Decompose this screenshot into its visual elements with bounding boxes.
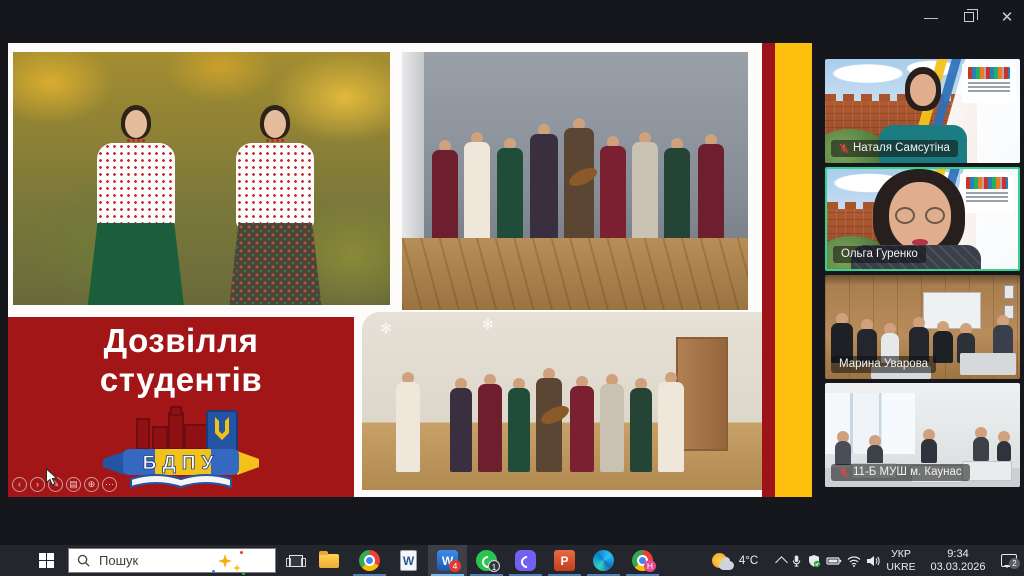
restore-button[interactable] bbox=[954, 4, 984, 30]
zoom-slide-button[interactable]: ⊕ bbox=[84, 477, 99, 492]
university-logo bbox=[962, 63, 1016, 103]
file-explorer-button[interactable] bbox=[312, 545, 346, 576]
slide-title-panel: Дозвілля студентів bbox=[8, 317, 354, 497]
windows-logo-icon bbox=[39, 553, 54, 568]
mic-muted-icon bbox=[839, 143, 849, 154]
security-shield-icon[interactable] bbox=[807, 554, 821, 568]
bdpu-logo: БДПУ bbox=[95, 405, 267, 491]
temperature-label: 4°C bbox=[739, 555, 758, 567]
action-center-button[interactable]: 2 bbox=[996, 545, 1022, 576]
search-box[interactable] bbox=[68, 548, 276, 573]
previous-slide-button[interactable]: ‹ bbox=[12, 477, 27, 492]
speaker-icon[interactable] bbox=[866, 555, 880, 567]
mic-muted-icon bbox=[839, 467, 849, 478]
powerpoint-button[interactable]: P bbox=[545, 545, 584, 576]
slideshow-controls: ‹ › ✎ ▤ ⊕ ⋯ bbox=[12, 477, 117, 492]
weather-widget[interactable]: 4°C bbox=[698, 545, 772, 576]
folder-icon bbox=[319, 554, 339, 568]
taskbar: W W 4 1 P bbox=[0, 545, 1024, 576]
svg-text:БДПУ: БДПУ bbox=[143, 453, 220, 474]
start-button[interactable] bbox=[24, 545, 68, 576]
slide-red-stripe bbox=[762, 43, 775, 497]
close-button[interactable]: ✕ bbox=[992, 4, 1022, 30]
time-label: 9:34 bbox=[947, 548, 968, 561]
language-secondary: UKRE bbox=[886, 561, 915, 574]
photo-folk-ensemble-indoor bbox=[402, 52, 748, 310]
search-input[interactable] bbox=[97, 552, 187, 569]
language-primary: УКР bbox=[891, 548, 911, 561]
photo-folk-group-hall: ✻ ✻ bbox=[362, 312, 762, 490]
participant-name-tag: Ольга Гуренко bbox=[833, 246, 926, 263]
edge-button[interactable] bbox=[584, 545, 623, 576]
chrome-profile-badge: H bbox=[644, 560, 656, 572]
desktop-screen: — ✕ bbox=[0, 0, 1024, 576]
participant-video-4[interactable]: 11-Б МУШ м. Каунас bbox=[825, 383, 1020, 487]
search-icon bbox=[77, 554, 90, 567]
chrome-icon bbox=[359, 550, 380, 571]
minimize-button[interactable]: — bbox=[916, 4, 946, 30]
notification-count-badge: 2 bbox=[1009, 558, 1020, 569]
taskbar-apps: W W 4 1 P bbox=[350, 545, 662, 576]
participant-name-tag: 11-Б МУШ м. Каунас bbox=[831, 464, 970, 481]
slide-title: Дозвілля студентів bbox=[8, 321, 354, 399]
whatsapp-notification-badge: 1 bbox=[488, 560, 500, 572]
word-notification-badge: 4 bbox=[449, 560, 461, 572]
edge-icon bbox=[593, 550, 614, 571]
powerpoint-icon: P bbox=[554, 550, 575, 571]
next-slide-button[interactable]: › bbox=[30, 477, 45, 492]
tray-expand-icon[interactable] bbox=[775, 556, 788, 569]
task-view-button[interactable] bbox=[280, 545, 312, 576]
glasses-shape bbox=[893, 207, 947, 225]
word-icon: W bbox=[400, 550, 417, 571]
viber-icon bbox=[515, 550, 536, 571]
participant-video-2-active-speaker[interactable]: Ольга Гуренко bbox=[825, 167, 1020, 271]
task-view-icon bbox=[289, 555, 303, 567]
viber-button[interactable] bbox=[506, 545, 545, 576]
all-slides-button[interactable]: ▤ bbox=[66, 477, 81, 492]
presentation-slide: Дозвілля студентів bbox=[8, 43, 812, 497]
date-label: 03.03.2026 bbox=[930, 561, 985, 574]
search-highlights-icon bbox=[217, 553, 235, 571]
partly-cloudy-icon bbox=[712, 552, 734, 570]
microphone-icon[interactable] bbox=[791, 554, 802, 568]
system-tray bbox=[776, 545, 880, 576]
participant-video-1[interactable]: Наталя Самсутіна bbox=[825, 59, 1020, 163]
more-options-button[interactable]: ⋯ bbox=[102, 477, 117, 492]
participant-name-tag: Наталя Самсутіна bbox=[831, 140, 958, 157]
chrome-profile-button[interactable]: H bbox=[623, 545, 662, 576]
photo-students-autumn bbox=[13, 52, 390, 305]
clock-widget[interactable]: 9:34 03.03.2026 bbox=[920, 545, 996, 576]
student-figure bbox=[220, 105, 330, 305]
whatsapp-button[interactable]: 1 bbox=[467, 545, 506, 576]
battery-icon[interactable] bbox=[826, 555, 842, 567]
student-figure bbox=[81, 105, 191, 305]
participant-name-tag: Марина Уварова bbox=[831, 356, 936, 373]
notification-icon: 2 bbox=[1001, 554, 1017, 567]
participant-video-3[interactable]: Марина Уварова bbox=[825, 275, 1020, 379]
slide-yellow-stripe bbox=[775, 43, 812, 497]
chrome-button[interactable] bbox=[350, 545, 389, 576]
restore-icon bbox=[964, 12, 974, 22]
wifi-icon[interactable] bbox=[847, 555, 861, 567]
word-active-button[interactable]: W 4 bbox=[428, 545, 467, 576]
language-indicator[interactable]: УКР UKRE bbox=[882, 545, 920, 576]
word-pinned-button[interactable]: W bbox=[389, 545, 428, 576]
mouse-cursor bbox=[45, 468, 58, 487]
university-logo bbox=[960, 173, 1014, 213]
